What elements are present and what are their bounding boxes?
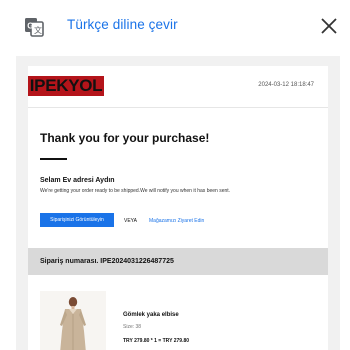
brand-logo[interactable]: IPEKYOL (28, 76, 104, 96)
page-title: Thank you for your purchase! (40, 131, 210, 145)
product-image[interactable] (40, 291, 106, 350)
visit-store-link[interactable]: Mağazamızı Ziyaret Edin (149, 218, 204, 224)
brand-logo-text: IPEKYOL (29, 76, 103, 95)
svg-text:文: 文 (34, 25, 42, 35)
product-name[interactable]: Gömlek yaka elbise (123, 312, 179, 318)
translate-bar: G 文 Türkçe diline çevir (0, 0, 350, 52)
view-order-button[interactable]: Siparişinizi Görüntüleyin (40, 213, 114, 227)
status-message: We're getting your order ready to be shi… (40, 188, 231, 194)
product-price: TRY 279.80 * 1 = TRY 279.80 (123, 338, 190, 344)
email-card: IPEKYOL 2024-03-12 18:18:47 Thank you fo… (28, 66, 328, 350)
or-label: VEYA (124, 218, 137, 224)
order-number-band: Sipariş numarası. IPE2024031226487725 (28, 248, 328, 275)
close-icon[interactable] (320, 17, 338, 35)
greeting: Selam Ev adresi Aydın (40, 177, 115, 184)
translate-link[interactable]: Türkçe diline çevir (67, 17, 178, 32)
svg-text:G: G (27, 22, 33, 31)
email-frame: IPEKYOL 2024-03-12 18:18:47 Thank you fo… (16, 56, 340, 350)
order-number: Sipariş numarası. IPE2024031226487725 (40, 258, 174, 265)
divider (28, 107, 328, 108)
order-date: 2024-03-12 18:18:47 (258, 82, 314, 88)
product-size: Size: 38 (123, 324, 142, 330)
google-translate-icon[interactable]: G 文 (24, 17, 44, 37)
title-underline (40, 158, 67, 160)
